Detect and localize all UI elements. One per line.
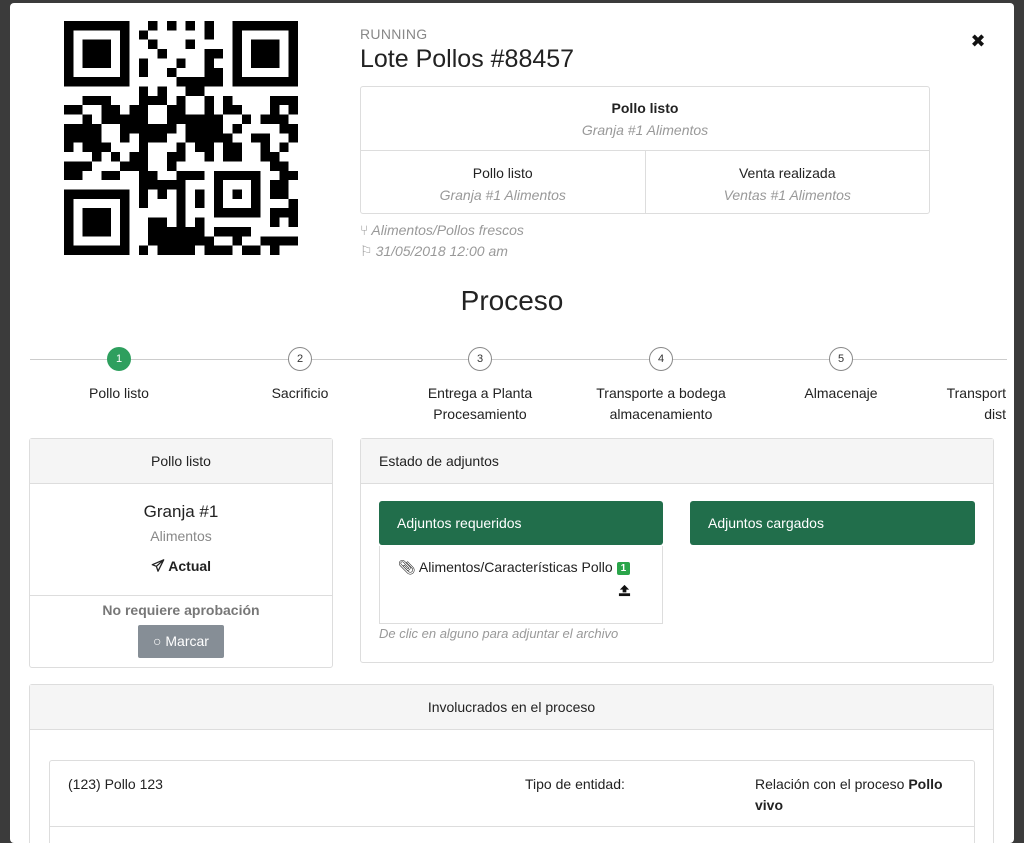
- attachment-name: Alimentos/Características Pollo: [418, 559, 613, 575]
- attachments-header: Estado de adjuntos: [361, 439, 993, 484]
- upload-icon[interactable]: [618, 584, 631, 602]
- mark-button[interactable]: ○ Marcar: [138, 625, 224, 658]
- process-summary-card: Pollo listo Granja #1 Alimentos Pollo li…: [360, 86, 930, 214]
- involved-header: Involucrados en el proceso: [30, 685, 993, 730]
- summary-right-title: Venta realizada: [738, 165, 836, 181]
- flag-icon: ⚐: [360, 243, 373, 259]
- process-status: RUNNING: [360, 26, 428, 42]
- step-1-label: Pollo listo: [89, 385, 149, 401]
- date-text: 31/05/2018 12:00 am: [375, 243, 508, 259]
- summary-current-step: Pollo listo Granja #1 Alimentos: [361, 87, 929, 151]
- summary-left-title: Pollo listo: [472, 165, 533, 181]
- involved-row: (123) Pollo 123 Tipo de entidad: Relació…: [49, 760, 975, 843]
- attachment-item[interactable]: 📎︎ Alimentos/Características Pollo 1: [398, 559, 631, 576]
- branch-icon: ⑂: [360, 222, 369, 238]
- summary-top-subtitle: Granja #1 Alimentos: [581, 122, 709, 138]
- summary-end-step: Venta realizada Ventas #1 Alimentos: [644, 151, 930, 214]
- involved-panel: Involucrados en el proceso (123) Pollo 1…: [29, 684, 994, 843]
- paperclip-icon: 📎︎: [398, 559, 416, 575]
- step-3-number: 3: [468, 347, 492, 371]
- current-step-header: Pollo listo: [30, 439, 332, 484]
- step-5-number: 5: [829, 347, 853, 371]
- step-4-number: 4: [649, 347, 673, 371]
- paper-plane-icon: [151, 558, 168, 574]
- summary-left-subtitle: Granja #1 Alimentos: [439, 187, 566, 203]
- entity-department: Alimentos: [150, 528, 212, 544]
- date-line: ⚐ 31/05/2018 12:00 am: [360, 243, 508, 260]
- step-6-label: Transport dist: [946, 385, 1006, 422]
- mark-button-label: Marcar: [165, 633, 209, 649]
- close-icon[interactable]: ✖: [968, 31, 988, 51]
- summary-start-step: Pollo listo Granja #1 Alimentos: [361, 151, 645, 214]
- summary-top-title: Pollo listo: [611, 100, 679, 116]
- qr-code-icon: [64, 21, 298, 255]
- attachments-panel: Estado de adjuntos Adjuntos requeridos A…: [360, 438, 994, 663]
- step-4-label: Transporte a bodega almacenamiento: [596, 385, 726, 422]
- current-label: Actual: [168, 558, 212, 574]
- current-step-panel: Pollo listo Granja #1 Alimentos Actual N…: [29, 438, 333, 668]
- entity-name: Granja #1: [143, 502, 219, 521]
- step-3[interactable]: 3 Entrega a Planta Procesamiento: [390, 347, 570, 425]
- required-attachments-tab[interactable]: Adjuntos requeridos: [379, 501, 663, 545]
- step-2[interactable]: 2 Sacrificio: [210, 347, 390, 404]
- step-3-label: Entrega a Planta Procesamiento: [427, 385, 533, 422]
- step-6[interactable]: Transport dist: [940, 347, 1014, 425]
- relation-text: Relación con el proceso Pollo vivo: [755, 774, 965, 816]
- process-title: Proceso: [460, 285, 564, 316]
- step-5-label: Almacenaje: [804, 385, 878, 401]
- required-attachments-list: 📎︎ Alimentos/Características Pollo 1: [379, 546, 663, 624]
- attachments-hint: De clic en alguno para adjuntar el archi…: [379, 626, 619, 641]
- page-title: Lote Pollos #88457: [360, 45, 575, 73]
- entity-type-label: Tipo de entidad:: [525, 776, 625, 792]
- divider: [50, 826, 974, 827]
- step-1-number: 1: [107, 347, 131, 371]
- involved-entity: (123) Pollo 123: [68, 776, 163, 792]
- current-indicator: Actual: [30, 558, 332, 574]
- step-5[interactable]: 5 Almacenaje: [751, 347, 931, 404]
- uploaded-attachments-tab[interactable]: Adjuntos cargados: [690, 501, 975, 545]
- circle-icon: ○: [153, 633, 162, 649]
- step-2-number: 2: [288, 347, 312, 371]
- process-modal: ✖ RUNNING Lote Pollos #88457 Pollo listo…: [10, 3, 1014, 843]
- step-1[interactable]: 1 Pollo listo: [29, 347, 209, 404]
- step-2-label: Sacrificio: [271, 385, 329, 401]
- relation-label: Relación con el proceso: [755, 776, 905, 792]
- step-4[interactable]: 4 Transporte a bodega almacenamiento: [571, 347, 751, 425]
- attachment-count-badge: 1: [616, 562, 631, 575]
- summary-right-subtitle: Ventas #1 Alimentos: [723, 187, 851, 203]
- category-line: ⑂ Alimentos/Pollos frescos: [360, 222, 524, 238]
- approval-text: No requiere aprobación: [102, 602, 260, 618]
- category-text: Alimentos/Pollos frescos: [371, 222, 524, 238]
